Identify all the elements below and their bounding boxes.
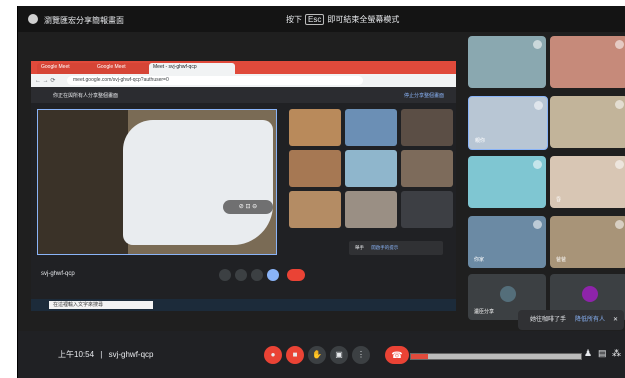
people-icon[interactable]: ♟ [584,348,592,359]
participant-tile[interactable] [345,191,397,228]
leave-call-button[interactable]: ☎ [385,346,409,364]
present-now-button[interactable]: ▣ [330,346,348,364]
more-options-icon[interactable] [533,220,542,229]
present-button[interactable] [267,269,279,281]
meeting-code: svj-ghwf-qcp [108,350,154,359]
browser-address-bar: ← → ⟳ meet.google.com/svj-ghwf-qcp?authu… [31,74,456,87]
more-options-icon[interactable] [615,40,624,49]
participant-name: 遺臣分享 [474,309,495,315]
meet-window: 瀏覽匯宏分享簡報畫面 按下 Esc 即可結束全螢幕模式 Google Meet Go… [17,6,625,378]
meet-control-bar: 上午10:54 | svj-ghwf-qcp ● ■ ✋ ▣ ⋮ ☎ ♟ ▤ ⁂ [18,331,625,378]
raised-hand-toast: 她往咖啡了手 降低所有人 ✕ [518,310,624,330]
chat-icon[interactable]: ▤ [598,348,607,359]
participant-tile[interactable] [401,150,453,187]
taskbar-search[interactable]: 在這裡輸入文字來搜尋 [49,301,153,309]
progress-fill [411,354,428,359]
avatar [582,286,598,302]
camera-off-button[interactable]: ■ [286,346,304,364]
participant-name: 你家 [474,257,485,263]
participant-name: 昏 [556,197,562,203]
participant-tile[interactable] [289,109,341,146]
progress-bar [410,353,582,360]
more-options-button[interactable]: ⋮ [352,346,370,364]
url-field[interactable]: meet.google.com/svj-ghwf-qcp?authuser=0 [67,76,363,85]
hand-raise-notification: 舉手 開啟手的提示 [349,241,443,255]
video-hover-controls[interactable]: ⊘ ⊡ ⊖ [223,200,273,214]
notification-text: 舉手 [355,245,364,250]
window-title: 瀏覽匯宏分享簡報畫面 [44,16,124,25]
participant-tile[interactable] [289,150,341,187]
participant-tile[interactable] [468,36,546,88]
shared-meeting-code: svj-ghwf-qcp [41,271,75,277]
stop-sharing-link[interactable]: 停止分享整個畫面 [404,92,444,99]
video-background [38,110,128,254]
pinned-video[interactable]: ⊘ ⊡ ⊖ [37,109,277,255]
participant-name: 親你 [475,138,486,144]
lower-hands-link[interactable]: 降低所有人 [575,310,605,330]
more-options-icon[interactable] [615,160,624,169]
participant-tile[interactable] [345,109,397,146]
esc-key-label: Esc [305,14,325,25]
window-titlebar: 瀏覽匯宏分享簡報畫面 按下 Esc 即可結束全螢幕模式 [18,6,625,32]
shared-meet-toolbar: svj-ghwf-qcp [31,265,456,285]
nav-arrows-icon[interactable]: ← → ⟳ [35,77,55,84]
separator: | [100,350,103,359]
participant-tile[interactable] [289,191,341,228]
participant-tile[interactable]: 你家 [468,216,546,268]
more-options-icon[interactable] [533,160,542,169]
clock-time: 上午10:54 [58,350,95,359]
more-options-icon[interactable] [615,220,624,229]
camera-button[interactable] [235,269,247,281]
participant-tile[interactable] [401,109,453,146]
toast-message: 她往咖啡了手 [530,317,567,323]
more-options-icon[interactable] [534,101,543,110]
raise-hand-button[interactable]: ✋ [308,346,326,364]
participant-name: 爸爸 [556,257,567,263]
participant-tile[interactable]: 爸爸 [550,216,625,268]
fullscreen-exit-hint: 按下 Esc 即可結束全螢幕模式 [286,14,399,25]
participant-tile[interactable] [401,191,453,228]
esc-hint-prefix: 按下 [286,15,302,24]
participant-tile[interactable] [345,150,397,187]
video-subject [123,120,273,245]
more-options-icon[interactable] [533,40,542,49]
more-options-icon[interactable] [615,100,624,109]
raise-hand-button[interactable] [251,269,263,281]
activities-icon[interactable]: ⁂ [612,348,621,359]
notification-action[interactable]: 開啟手的提示 [371,245,398,250]
close-icon[interactable]: ✕ [613,310,618,330]
os-taskbar: 在這裡輸入文字來搜尋 [31,299,456,311]
mic-button[interactable] [219,269,231,281]
participant-tile[interactable] [550,36,625,88]
participant-tile[interactable]: 昏 [550,156,625,208]
participant-tile[interactable] [468,156,546,208]
sharing-banner-text: 你正在與所有人分享整個畫面 [53,93,119,99]
app-icon [28,14,38,24]
meeting-time-and-code: 上午10:54 | svj-ghwf-qcp [58,349,153,360]
participant-tile[interactable] [550,96,625,148]
leave-call-button[interactable] [287,269,305,281]
esc-hint-suffix: 即可結束全螢幕模式 [327,15,400,24]
mic-off-button[interactable]: ● [264,346,282,364]
shared-screen: Google Meet Google Meet Meet - svj-ghwf-… [31,61,456,311]
browser-tabstrip: Google Meet Google Meet Meet - svj-ghwf-… [31,61,456,75]
sharing-banner: 你正在與所有人分享整個畫面 停止分享整個畫面 [31,87,456,103]
participant-tile[interactable]: 親你 [468,96,548,150]
avatar [500,286,516,302]
